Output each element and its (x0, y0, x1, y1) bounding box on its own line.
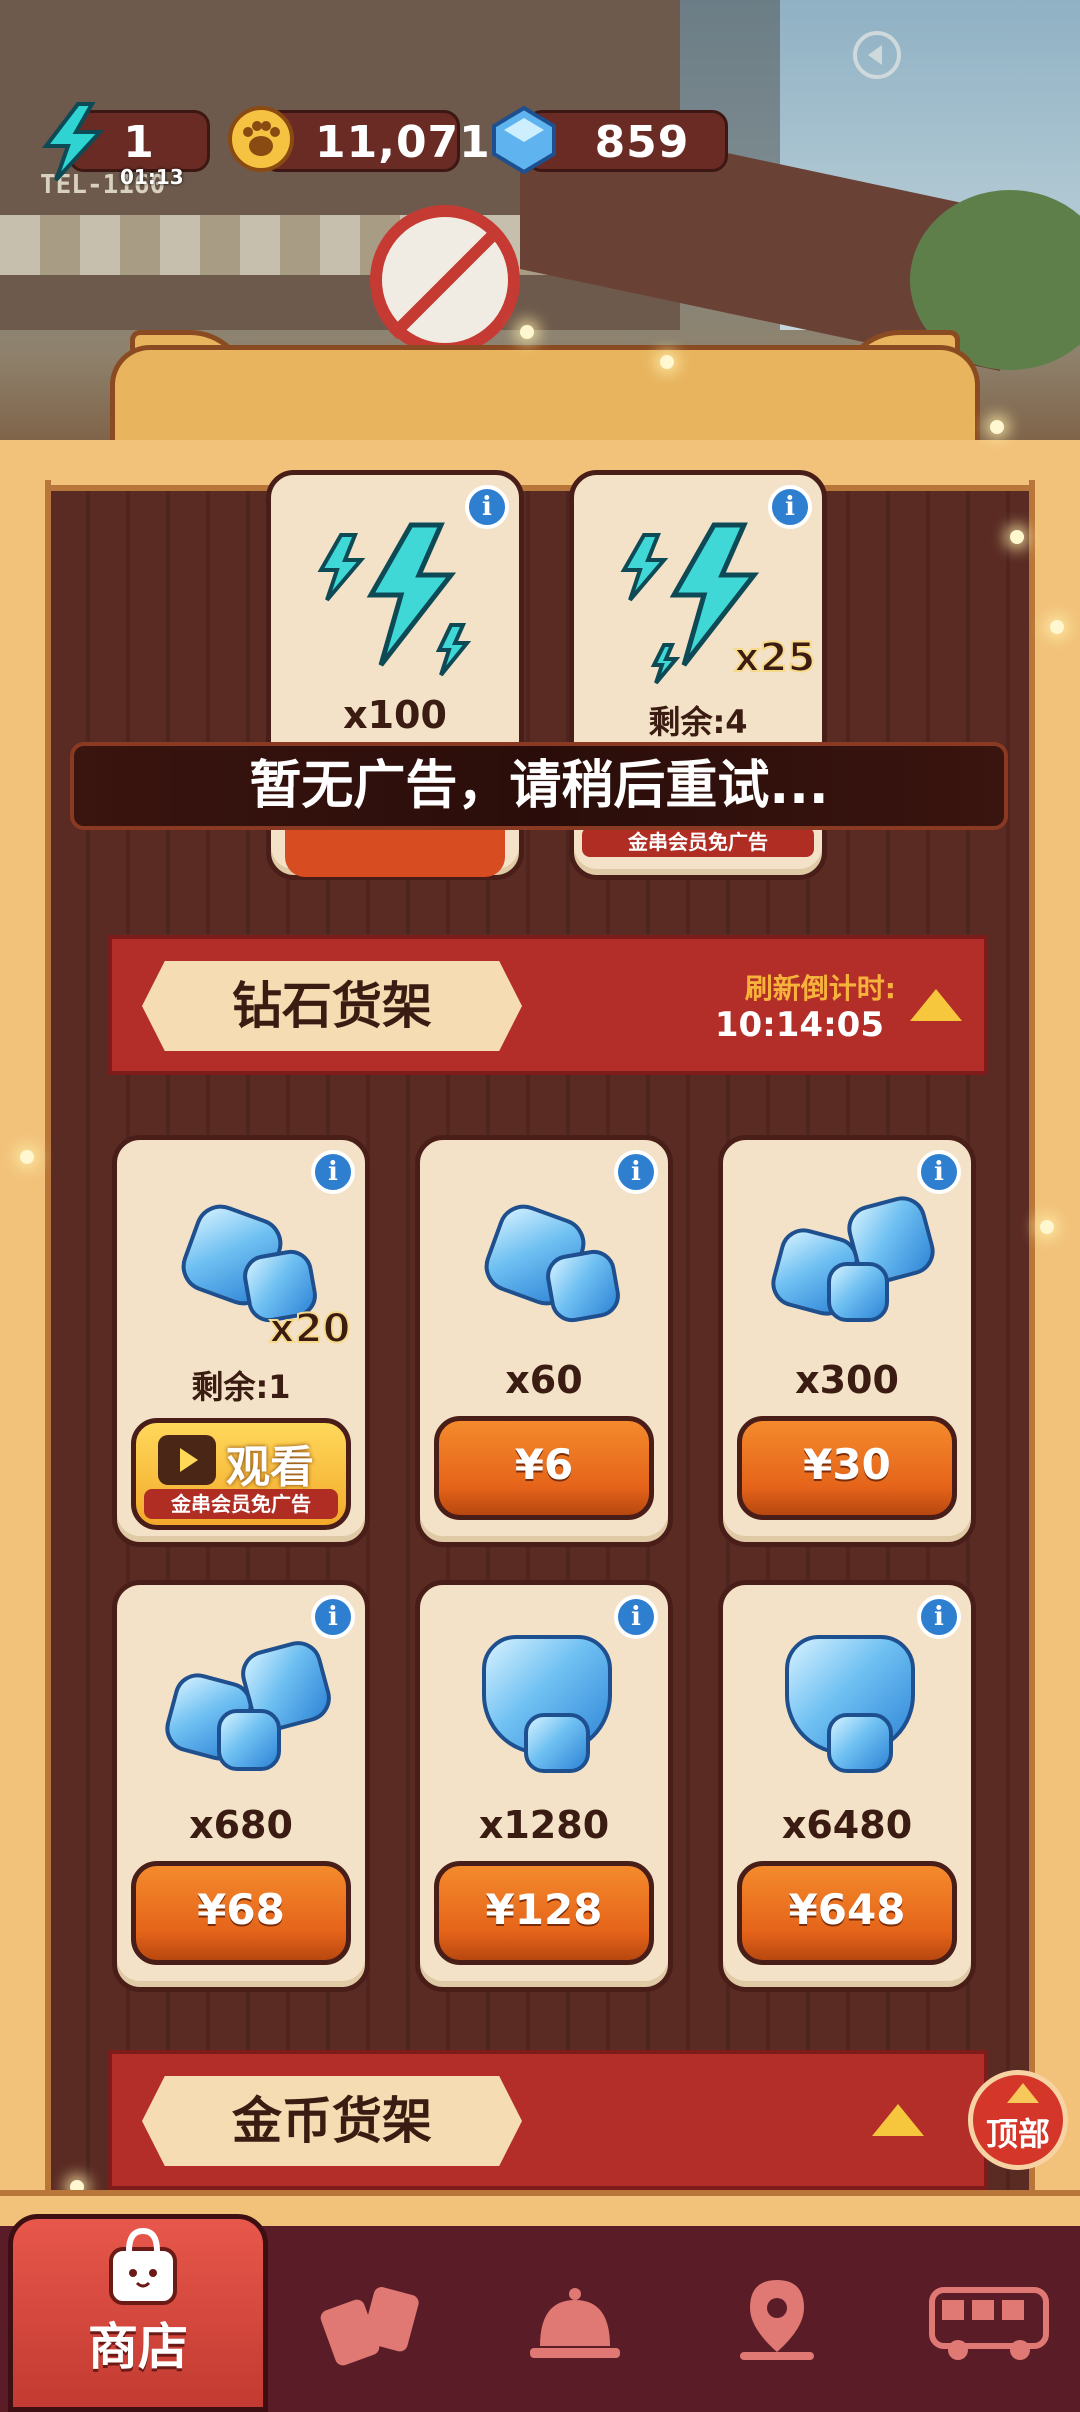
gem-art (524, 1713, 590, 1773)
vip-no-ads-note: 金串会员免广告 (144, 1489, 338, 1519)
coin-shelf-title: 金币货架 (142, 2076, 522, 2166)
buy-price-button[interactable]: ¥6 (434, 1416, 654, 1520)
watch-ad-button[interactable]: 观看 金串会员免广告 (131, 1418, 351, 1530)
coin-shelf-banner: 金币货架 (108, 2050, 988, 2190)
back-circle-icon[interactable] (852, 30, 902, 80)
gem-art (217, 1709, 281, 1771)
diamond-shelf-banner: 钻石货架 刷新倒计时: 10:14:05 (108, 935, 988, 1075)
coin-value: 11,071 (315, 117, 491, 168)
info-icon[interactable]: i (614, 1595, 658, 1639)
diamond-remaining: 剩余:1 (191, 1368, 291, 1406)
energy-remaining: 剩余:4 (648, 703, 748, 741)
refresh-label: 刷新倒计时: (744, 972, 896, 1005)
cabinet-frame-top (0, 440, 1080, 491)
gem-icon (492, 105, 556, 175)
vip-no-ads-note: 金串会员免广告 (582, 827, 814, 857)
collapse-triangle-icon[interactable] (910, 989, 962, 1021)
info-icon[interactable]: i (614, 1150, 658, 1194)
paw-coin-icon (228, 106, 294, 172)
diamond-amount: x300 (795, 1358, 899, 1402)
lightning-icon (41, 102, 105, 182)
scroll-top-label: 顶部 (985, 2115, 1050, 2153)
info-icon[interactable]: i (917, 1595, 961, 1639)
scroll-top-button[interactable]: 顶部 (968, 2070, 1068, 2170)
gem-art (827, 1262, 889, 1322)
energy-buy-button[interactable] (285, 827, 505, 877)
arrow-up-icon (1007, 2083, 1039, 2103)
light-bulb (990, 420, 1004, 434)
shop-bag-icon (109, 2227, 177, 2305)
energy-amount: x100 (343, 693, 447, 737)
diamond-amount: x6480 (781, 1803, 913, 1847)
cabinet-frame-left (0, 480, 51, 2240)
cabinet-frame-right (1029, 480, 1080, 2240)
energy-timer: 01:13 (120, 165, 184, 189)
light-bulb (20, 1150, 34, 1164)
diamond-card-x300[interactable]: i x300 ¥30 (718, 1135, 976, 1547)
gem-art (827, 1713, 893, 1773)
energy-multiplier: x25 (733, 634, 816, 682)
light-bulb (1040, 1220, 1054, 1234)
nav-item-shop[interactable]: 商店 (8, 2214, 268, 2412)
nav-shop-label: 商店 (88, 2318, 188, 2376)
collapse-triangle-icon[interactable] (872, 2104, 924, 2136)
diamond-card-x680[interactable]: i x680 ¥68 (112, 1580, 370, 1992)
buy-price-button[interactable]: ¥30 (737, 1416, 957, 1520)
buy-price-button[interactable]: ¥128 (434, 1861, 654, 1965)
diamond-multiplier: x20 (268, 1305, 351, 1353)
diamond-card-x6480[interactable]: i x6480 ¥648 (718, 1580, 976, 1992)
gem-value: 859 (594, 117, 690, 168)
buy-price-button[interactable]: ¥648 (737, 1861, 957, 1965)
refresh-countdown: 10:14:05 (714, 1005, 884, 1045)
bus-icon[interactable] (924, 2270, 1054, 2370)
no-parking-sign-icon (370, 205, 520, 355)
diamond-shelf-title: 钻石货架 (142, 961, 522, 1051)
info-icon[interactable]: i (311, 1150, 355, 1194)
info-icon[interactable]: i (311, 1595, 355, 1639)
tv-play-icon (158, 1435, 216, 1485)
diamond-amount: x1280 (478, 1803, 610, 1847)
light-bulb (520, 325, 534, 339)
watch-ad-label: 观看 (226, 1442, 314, 1493)
light-bulb (1010, 530, 1024, 544)
map-pin-icon[interactable] (722, 2270, 832, 2370)
diamond-card-x60[interactable]: i x60 ¥6 (415, 1135, 673, 1547)
service-bell-icon[interactable] (520, 2270, 630, 2370)
diamond-amount: x680 (189, 1803, 293, 1847)
diamond-card-x1280[interactable]: i x1280 ¥128 (415, 1580, 673, 1992)
buy-price-button[interactable]: ¥68 (131, 1861, 351, 1965)
info-icon[interactable]: i (917, 1150, 961, 1194)
lightning-bundle-icon (317, 522, 472, 677)
toast-message: 暂无广告，请稍后重试... (70, 742, 1008, 830)
light-bulb (660, 355, 674, 369)
light-bulb (1050, 620, 1064, 634)
diamond-card-x20[interactable]: i x20 剩余:1 观看 金串会员免广告 (112, 1135, 370, 1547)
gem-art (542, 1246, 624, 1326)
cards-icon[interactable] (318, 2270, 428, 2370)
diamond-amount: x60 (505, 1358, 583, 1402)
